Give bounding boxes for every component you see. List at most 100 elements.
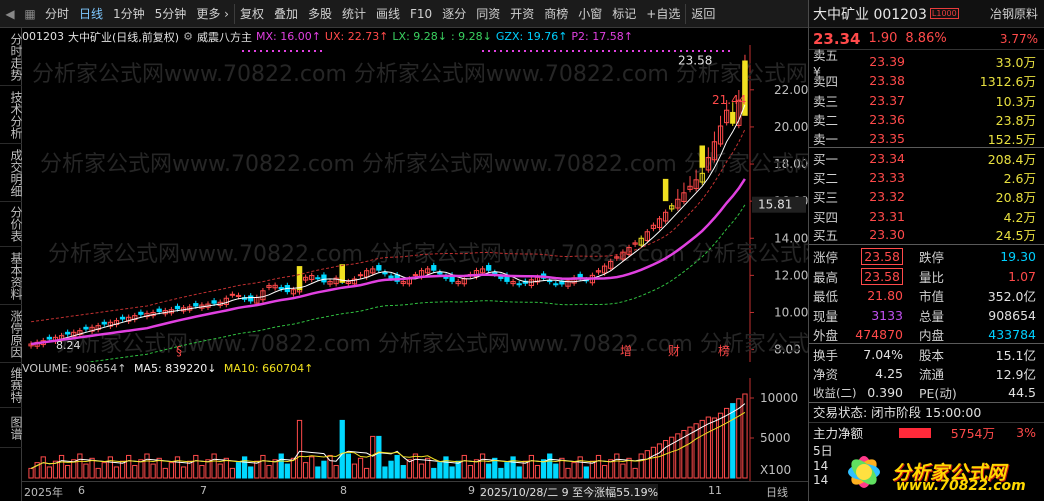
- chart-header: 001203 大中矿业(日线,前复权) ⚙ 威震八方主 MX: 16.00↑ U…: [22, 28, 808, 45]
- volume-bar: [443, 456, 449, 479]
- ma10-value: MA10: 660704↑: [223, 362, 314, 375]
- volume-bar: [479, 453, 486, 479]
- volume-bar: [626, 457, 632, 479]
- volume-bar: [693, 423, 699, 479]
- price-change: 1.90: [868, 31, 898, 46]
- volume-bar: [83, 463, 89, 479]
- btn-stats[interactable]: 统计: [337, 0, 371, 28]
- side-tab-tech[interactable]: 技术分析: [0, 86, 23, 144]
- volume-bar: [132, 465, 138, 479]
- ux-value: UX: 22.73↑: [324, 30, 389, 43]
- volume-bar: [730, 403, 736, 479]
- tab-more[interactable]: 更多 ›: [191, 0, 234, 28]
- candle-body: [577, 273, 583, 279]
- volume-bar: [705, 416, 711, 479]
- volume-bar: [187, 460, 193, 479]
- side-tab-price-table[interactable]: 分价表: [0, 202, 23, 247]
- volume-bar: [333, 465, 339, 479]
- volume-header: VOLUME: 908654↑ MA5: 839220↓ MA10: 66070…: [22, 362, 808, 378]
- tab-daily[interactable]: 日线: [74, 0, 108, 28]
- volume-value: VOLUME: 908654↑: [22, 362, 127, 375]
- sector-button[interactable]: 冶钢原料: [990, 5, 1044, 22]
- volume-bar: [339, 419, 345, 479]
- vol-tick-label: 5000: [760, 431, 791, 445]
- btn-small-window[interactable]: 小窗: [573, 0, 607, 28]
- gear-icon[interactable]: ⚙: [183, 30, 193, 43]
- quote-title-bar: 大中矿业 001203 L1000 冶钢原料: [809, 0, 1044, 28]
- tab-1min[interactable]: 1分钟: [108, 0, 150, 28]
- tab-intraday[interactable]: 分时: [40, 0, 74, 28]
- ma5-value: MA5: 839220↓: [133, 362, 217, 375]
- volume-bar: [711, 417, 718, 479]
- side-tab-graph[interactable]: 图谱: [0, 408, 23, 448]
- volume-bar: [193, 454, 199, 479]
- volume-bar: [205, 459, 211, 479]
- back-arrow-icon[interactable]: ◀: [0, 0, 20, 28]
- main-flow-row: 主力净额 5754万 3%: [809, 423, 1044, 443]
- volume-bar: [699, 419, 705, 479]
- marker-bang[interactable]: 榜: [718, 343, 730, 358]
- side-tab-limit-reason[interactable]: 涨停原因: [0, 305, 23, 363]
- volume-bar: [601, 465, 608, 479]
- btn-restore-rights[interactable]: 复权: [235, 0, 269, 28]
- volume-bar: [345, 453, 351, 479]
- btn-same-asset[interactable]: 同资: [471, 0, 505, 28]
- tab-5min[interactable]: 5分钟: [150, 0, 192, 28]
- volume-bar: [107, 456, 114, 479]
- volume-bar: [95, 467, 101, 479]
- volume-bar: [394, 454, 400, 479]
- stat-row: 涨停 23.58 跌停 19.30: [813, 248, 1036, 266]
- btn-step[interactable]: 逐分: [437, 0, 471, 28]
- y-tick-label: 10.00: [774, 305, 808, 319]
- ask-row: 卖五 ¥23.39 33.0万: [813, 47, 1036, 79]
- side-tab-intraday[interactable]: 分时走势: [0, 28, 23, 86]
- btn-multi-stock[interactable]: 多股: [303, 0, 337, 28]
- btn-mark[interactable]: 标记: [607, 0, 641, 28]
- btn-back[interactable]: 返回: [686, 0, 720, 28]
- volume-bar: [321, 460, 327, 479]
- ask-book: 卖五 ¥23.39 33.0万 卖四 23.38 1312.6万 卖三 23.37 10.…: [809, 47, 1044, 149]
- marker-zeng[interactable]: 增: [620, 344, 632, 358]
- candle-body: [229, 293, 236, 296]
- price-change-pct: 8.86%: [905, 31, 947, 46]
- btn-draw[interactable]: 画线: [371, 0, 405, 28]
- x-label: 9: [468, 484, 475, 497]
- side-tab-vst[interactable]: 维赛特: [0, 363, 23, 408]
- btn-open-asset[interactable]: 开资: [505, 0, 539, 28]
- volume-chart[interactable]: 10000 5000 X100: [22, 378, 808, 481]
- btn-rank[interactable]: 商榜: [539, 0, 573, 28]
- candle-body: [486, 265, 492, 271]
- btn-overlay[interactable]: 叠加: [269, 0, 303, 28]
- main-flow-pct: 3%: [1016, 425, 1036, 441]
- p2-value: P2: 17.58↑: [571, 30, 633, 43]
- price-chart[interactable]: 22.0020.0018.0016.0014.0012.0010.008.001…: [22, 45, 808, 362]
- candle-body: [376, 265, 382, 271]
- btn-add-watchlist[interactable]: +自选: [641, 0, 685, 28]
- indicator-name[interactable]: 威震八方主: [197, 29, 252, 45]
- volume-bar: [559, 457, 565, 479]
- stat-row: 最高 23.58 量比 1.07: [813, 267, 1036, 285]
- side-tab-profile[interactable]: 基本资料: [0, 247, 23, 305]
- candle-body: [516, 283, 522, 286]
- btn-f10[interactable]: F10: [405, 0, 437, 28]
- volume-bar: [522, 460, 528, 479]
- stat-row: 换手 7.04% 股本 15.1亿: [813, 346, 1036, 363]
- volume-bar: [547, 453, 553, 479]
- volume-bar: [467, 465, 474, 479]
- trade-status: 交易状态: 闭市阶段 15:00:00: [809, 403, 1044, 423]
- side-tab-trades[interactable]: 成交明细: [0, 144, 23, 202]
- y-tick-label: 20.00: [774, 120, 808, 134]
- volume-bar: [418, 463, 425, 479]
- s-marker[interactable]: §: [176, 344, 182, 358]
- marker-cai[interactable]: 财: [668, 344, 680, 358]
- volume-bar: [431, 467, 437, 479]
- y-tick-label: 12.00: [774, 268, 808, 282]
- grid-icon[interactable]: ▦: [20, 0, 40, 28]
- candle-body: [388, 275, 394, 279]
- candle-body: [553, 283, 559, 286]
- volume-bar: [302, 462, 309, 479]
- candle-body: [248, 295, 254, 302]
- volume-bar: [241, 456, 248, 479]
- period-label[interactable]: 日线: [766, 484, 788, 500]
- quote-panel: 大中矿业 001203 L1000 冶钢原料 23.34 1.90 8.86% …: [808, 0, 1044, 501]
